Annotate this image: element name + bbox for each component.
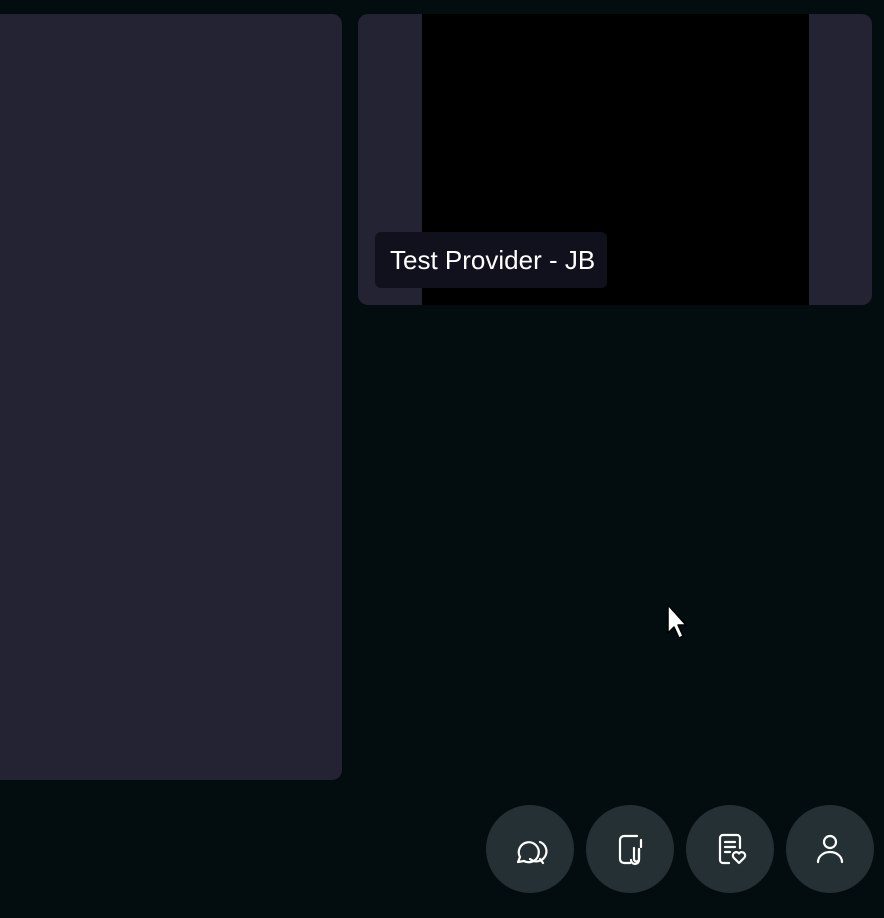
document-heart-icon xyxy=(718,833,747,865)
video-call-stage: Test Provider - JB xyxy=(0,0,884,918)
files-button[interactable] xyxy=(586,805,674,893)
self-video-tile[interactable]: Test Provider - JB xyxy=(358,14,872,305)
participant-name-label: Test Provider - JB xyxy=(375,232,608,288)
chat-bubbles-icon xyxy=(516,840,548,865)
remote-video-tile[interactable] xyxy=(0,14,342,780)
chat-button[interactable] xyxy=(486,805,574,893)
person-icon xyxy=(816,834,844,864)
notes-button[interactable] xyxy=(686,805,774,893)
mouse-cursor-icon xyxy=(667,604,687,639)
call-toolbar xyxy=(486,805,874,893)
paperclip-document-icon xyxy=(618,834,643,866)
participants-button[interactable] xyxy=(786,805,874,893)
